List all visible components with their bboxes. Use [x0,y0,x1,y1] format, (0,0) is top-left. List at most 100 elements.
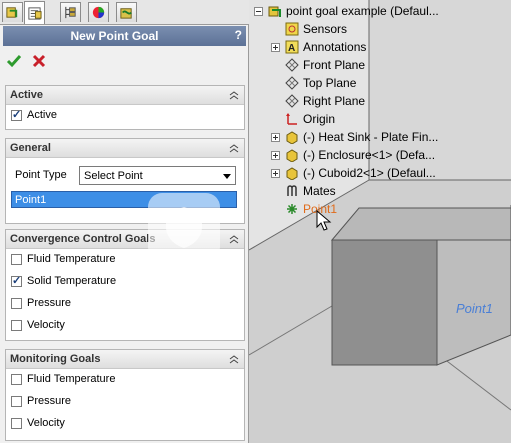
checkbox-box[interactable] [11,417,22,429]
active-checkbox-box[interactable] [11,108,22,121]
ok-button[interactable] [5,52,23,70]
tree-item-mates[interactable]: Mates [271,183,336,199]
configuration-manager-tab[interactable] [60,2,81,22]
panel-title: New Point Goal [70,29,159,43]
velocity-checkbox[interactable]: Velocity [11,318,65,332]
origin-icon [284,111,300,127]
tree-item-heat-sink[interactable]: (-) Heat Sink - Plate Fin... [271,129,438,145]
convergence-group-title: Convergence Control Goals [10,233,156,245]
tree-item-label: Sensors [303,22,348,36]
sensor-icon [284,21,300,37]
tree-root-label: point goal example (Defaul... [286,4,439,18]
checkbox-label: Pressure [27,395,72,407]
tree-item-right-plane[interactable]: Right Plane [271,93,365,109]
point-label: Point1 [456,301,493,316]
part-icon [284,129,300,145]
checkbox-box[interactable] [11,395,22,407]
point-type-label: Point Type [15,169,67,181]
collapse-toggle[interactable] [254,6,263,16]
tree-item-label: Right Plane [303,94,366,108]
collapse-icon[interactable] [229,90,239,100]
tree-item-label: Front Plane [303,58,366,72]
svg-text:A: A [288,43,295,54]
close-icon [32,54,46,68]
tree-item-label: Origin [303,112,336,126]
checkbox-label: Fluid Temperature [27,253,116,265]
display-manager-tab[interactable] [88,2,109,22]
checkbox-box[interactable] [11,274,22,287]
part-icon [284,147,300,163]
tree-item-enclosure[interactable]: (-) Enclosure<1> (Defa... [271,147,435,163]
flow-simulation-tab[interactable] [116,2,137,22]
manager-tabs [0,0,249,25]
tree-item-label: Top Plane [303,76,357,90]
plane-icon [284,93,300,109]
expand-toggle[interactable] [271,132,280,142]
checkbox-label: Velocity [27,319,65,331]
fluid-temperature-checkbox[interactable]: Fluid Temperature [11,252,115,266]
part-icon [284,165,300,181]
checkbox-box[interactable] [11,253,22,265]
expand-toggle[interactable] [271,42,280,52]
monitor-fluid-temperature-checkbox[interactable]: Fluid Temperature [11,372,115,386]
expand-toggle[interactable] [271,150,280,160]
tree-item-origin[interactable]: Origin [271,111,335,127]
selected-point[interactable]: Point1 [15,194,46,206]
tree-item-front-plane[interactable]: Front Plane [271,57,365,73]
tree-item-top-plane[interactable]: Top Plane [271,75,356,91]
property-manager-icon [28,6,42,20]
property-manager-tab[interactable] [24,1,45,24]
collapse-icon[interactable] [229,143,239,153]
point-type-value: Select Point [84,170,143,182]
checkbox-label: Pressure [27,297,72,309]
collapse-icon[interactable] [229,234,239,244]
plane-icon [284,75,300,91]
tree-item-sensors[interactable]: Sensors [271,21,347,37]
checkbox-box[interactable] [11,373,22,385]
active-checkbox-label: Active [27,109,57,121]
checkbox-label: Fluid Temperature [27,373,116,385]
tree-item-label: (-) Cuboid2<1> (Defaul... [303,166,436,180]
tree-item-label: Mates [303,184,336,198]
flow-simulation-icon [120,8,132,19]
monitoring-goals-group: Monitoring Goals Fluid Temperature Press… [5,349,245,441]
checkbox-label: Velocity [27,417,65,429]
checkmark-icon [6,55,22,68]
tree-item-label: Annotations [303,40,367,54]
tree-item-label: (-) Heat Sink - Plate Fin... [303,130,439,144]
feature-manager-icon [6,7,18,18]
monitor-velocity-checkbox[interactable]: Velocity [11,416,65,430]
solid-temperature-checkbox[interactable]: Solid Temperature [11,274,116,288]
tree-root[interactable]: point goal example (Defaul... [254,3,439,19]
point-type-select[interactable]: Select Point [79,166,236,185]
mouse-cursor-icon [316,210,332,231]
general-group-header[interactable]: General [6,139,244,158]
pressure-checkbox[interactable]: Pressure [11,296,71,310]
cancel-button[interactable] [30,52,48,70]
configuration-manager-icon [65,6,76,19]
tree-item-cuboid[interactable]: (-) Cuboid2<1> (Defaul... [271,165,436,181]
tree-item-label: (-) Enclosure<1> (Defa... [303,148,436,162]
active-checkbox[interactable]: Active [11,108,57,122]
active-group: Active Active [5,85,245,130]
checkbox-box[interactable] [11,297,22,309]
feature-tree: point goal example (Defaul... Sensors A … [249,0,511,216]
expand-toggle[interactable] [271,168,280,178]
tree-item-annotations[interactable]: A Annotations [271,39,366,55]
active-group-title: Active [10,89,44,101]
feature-manager-tab[interactable] [2,2,23,22]
checkbox-box[interactable] [11,319,22,331]
help-icon[interactable]: ? [235,28,242,42]
mates-icon [284,183,300,199]
annotation-icon: A [284,39,300,55]
monitor-pressure-checkbox[interactable]: Pressure [11,394,71,408]
active-group-header[interactable]: Active [6,86,244,105]
checkbox-label: Solid Temperature [27,275,117,287]
monitoring-group-header[interactable]: Monitoring Goals [6,350,244,369]
monitoring-group-title: Monitoring Goals [10,353,101,365]
general-group-title: General [10,142,51,154]
chevron-down-icon [223,174,231,179]
point-icon [284,201,300,217]
panel-title-bar: New Point Goal ? [3,26,246,46]
collapse-icon[interactable] [229,354,239,364]
